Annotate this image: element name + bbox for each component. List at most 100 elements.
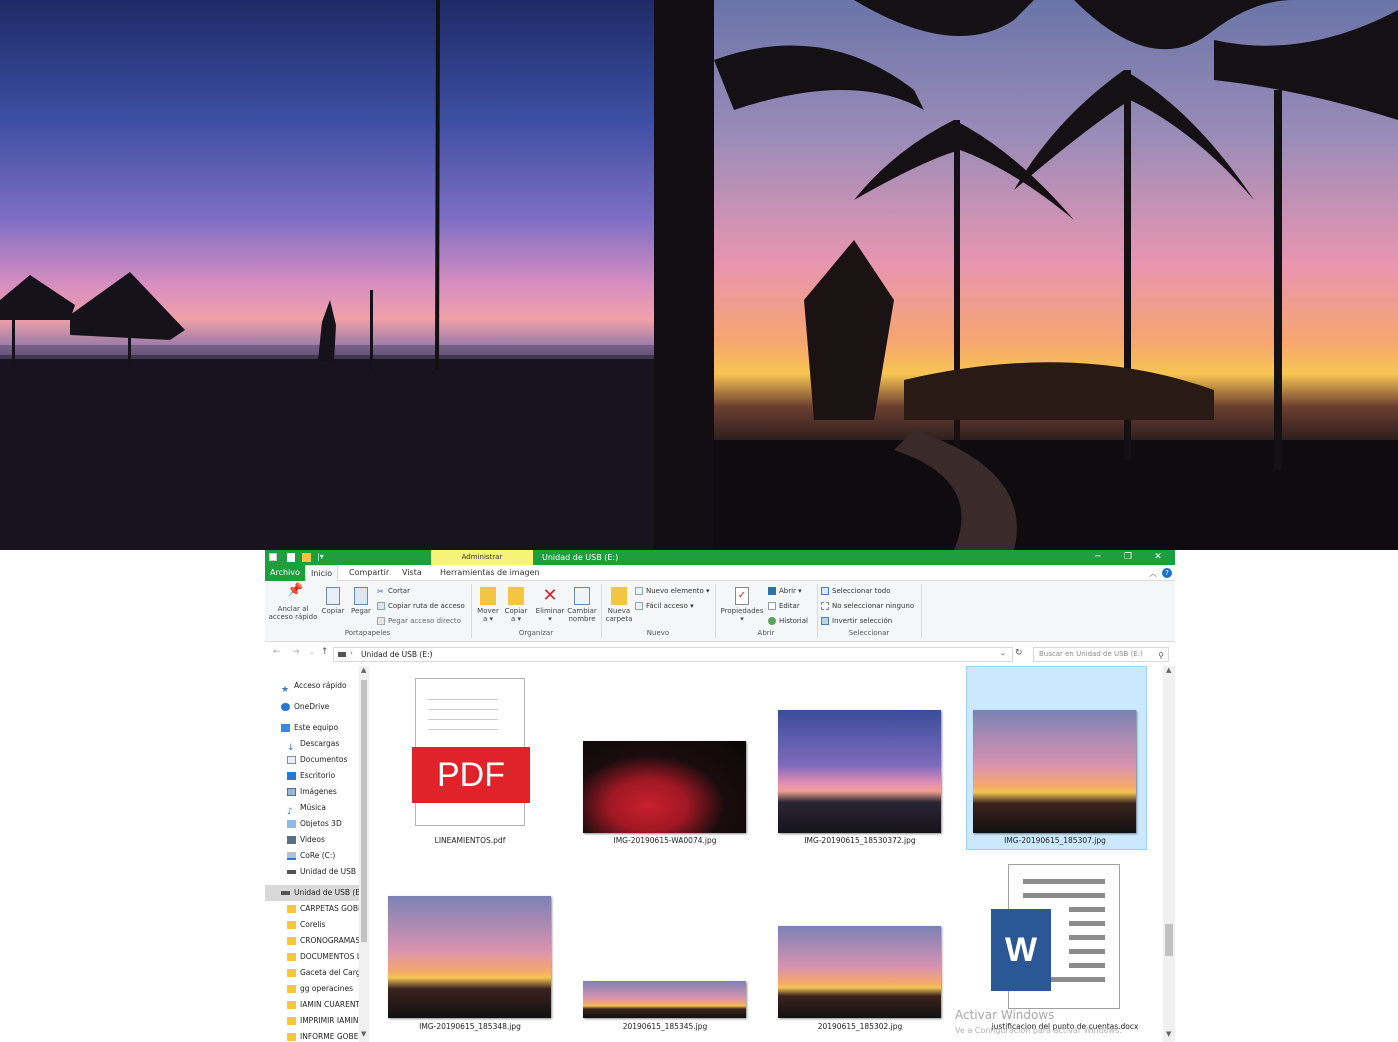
properties-label-2: ▾ [740,615,744,623]
search-input[interactable]: Buscar en Unidad de USB (E:) ⚲ [1033,647,1169,662]
image-thumbnail [778,926,941,1018]
copy-path-button[interactable]: Copiar ruta de acceso [377,601,465,611]
file-item-image[interactable]: 20190615_185302.jpg [775,856,945,1036]
open-button[interactable]: Abrir ▾ [768,586,802,596]
scroll-up-icon[interactable]: ▲ [1166,666,1171,674]
tab-inicio[interactable]: Inicio [305,565,339,581]
new-folder-icon [611,587,627,605]
move-label-2: a ▾ [482,615,494,623]
delete-button[interactable]: ✕ Eliminar ▾ [535,587,565,624]
nav-label: Imágenes [300,787,337,796]
manage-context-tab[interactable]: Administrar [431,550,533,565]
select-none-button[interactable]: No seleccionar ninguno [821,601,914,611]
rename-label: Cambiar [567,607,597,615]
nav-scroll-thumb[interactable] [361,680,367,942]
star-icon: ★ [281,685,290,694]
breadcrumb-drive[interactable]: Unidad de USB (E:) [361,650,432,659]
sunset-beach-photo [0,0,654,550]
nav-label: Unidad de USB ( [300,867,362,876]
scroll-down-icon[interactable]: ▼ [361,1030,366,1038]
paste-button[interactable]: Pegar [348,587,374,615]
select-all-button[interactable]: Seleccionar todo [821,586,891,596]
tab-compartir[interactable]: Compartir [344,565,394,581]
easy-access-icon [635,602,643,610]
file-item-image[interactable]: IMG-20190615_185348.jpg [385,856,555,1036]
open-image-icon [768,587,776,595]
new-item-button[interactable]: Nuevo elemento ▾ [635,586,710,596]
breadcrumb-separator-icon[interactable]: › [430,649,433,657]
palm-trees-sunset-photo [654,0,1398,550]
file-item-image[interactable]: 20190615_185345.jpg [580,856,750,1036]
new-folder-quick-icon[interactable] [302,553,311,562]
file-item-image[interactable]: IMG-20190615_18530372.jpg [775,670,945,850]
history-label: Historial [779,617,808,625]
refresh-icon[interactable]: ↻ [1015,648,1023,658]
tab-vista[interactable]: Vista [397,565,427,581]
address-field[interactable]: › Unidad de USB (E:) › ⌄ [333,647,1013,662]
easy-access-button[interactable]: Fácil acceso ▾ [635,601,694,611]
download-arrow-icon: ↓ [287,743,295,752]
nav-label: Objetos 3D [300,819,342,828]
folder-icon [287,937,296,945]
tab-herramientas-imagen[interactable]: Herramientas de imagen [435,565,545,581]
invert-selection-button[interactable]: Invertir selección [821,616,892,626]
properties-quick-icon[interactable] [287,553,295,562]
nav-label: Corelis [300,920,326,929]
copy-folder-icon [508,587,524,605]
close-button[interactable]: ✕ [1143,550,1173,565]
content-scrollbar[interactable]: ▲ ▼ [1163,666,1175,1042]
file-item-image[interactable]: IMG-20190615-WA0074.jpg [580,670,750,850]
history-icon [768,617,776,625]
rename-button[interactable]: Cambiar nombre [566,587,598,623]
quick-access-dropdown-icon[interactable]: |▾ [317,552,324,561]
rename-label-2: nombre [568,615,596,623]
copy-button[interactable]: Copiar [320,587,346,615]
properties-button[interactable]: ✓ Propiedades ▾ [719,587,765,623]
nav-usb-drive-e-selected[interactable]: Unidad de USB (E: [265,885,359,901]
cloud-icon [281,703,290,711]
minimize-button[interactable]: ─ [1083,550,1113,565]
cut-label: Cortar [388,587,410,595]
tab-archivo[interactable]: Archivo [265,565,305,581]
address-dropdown-icon[interactable]: ⌄ [1000,649,1006,657]
word-document-icon: W [991,864,1120,1009]
nav-label: IMPRIMIR IAMIN [300,1016,359,1025]
pin-label-2: acceso rápido [268,613,318,621]
file-item-pdf[interactable]: PDF LINEAMIENTOS.pdf [385,670,555,850]
back-arrow-icon[interactable]: ← [273,647,281,657]
hard-drive-icon [287,852,296,860]
move-to-button[interactable]: Mover a ▾ [475,587,501,623]
open-label: Abrir ▾ [779,587,802,595]
pdf-badge: PDF [412,747,530,803]
nav-scrollbar[interactable]: ▲ ▼ [359,666,369,1042]
help-icon[interactable]: ? [1162,568,1172,578]
nav-label: Escritorio [300,771,336,780]
nav-label: Gaceta del Carg [300,968,361,977]
scroll-up-icon[interactable]: ▲ [361,666,366,674]
paste-shortcut-button[interactable]: Pegar acceso directo [377,616,461,626]
scissors-icon: ✂ [377,587,384,596]
cut-button[interactable]: ✂ Cortar [377,586,410,596]
file-name: 20190615_185345.jpg [622,1022,708,1031]
up-arrow-icon[interactable]: ↑ [321,647,329,657]
recent-dropdown-icon[interactable]: ⌄ [309,648,315,656]
maximize-button[interactable]: ❐ [1113,550,1143,565]
pin-quick-access-button[interactable]: 📌 Anclar al acceso rápido [268,584,318,621]
content-scroll-thumb[interactable] [1165,924,1173,956]
file-item-image-selected[interactable]: IMG-20190615_185307.jpg [970,670,1140,850]
file-name: IMG-20190615-WA0074.jpg [613,836,717,845]
edit-button[interactable]: Editar [768,601,800,611]
paste-shortcut-icon [377,617,385,625]
rename-icon [574,587,590,605]
copy-to-button[interactable]: Copiar a ▾ [503,587,529,623]
scroll-down-icon[interactable]: ▼ [1166,1030,1171,1038]
image-thumbnail [583,981,746,1018]
select-none-label: No seleccionar ninguno [832,602,915,610]
nav-label: gg operacines [300,984,354,993]
collapse-ribbon-icon[interactable]: ︿ [1149,568,1157,579]
history-button[interactable]: Historial [768,616,808,626]
usb-drive-icon [338,652,346,657]
new-folder-button[interactable]: Nueva carpeta [603,587,635,623]
forward-arrow-icon[interactable]: → [292,647,300,657]
nav-label: CARPETAS GOBE [300,904,363,913]
